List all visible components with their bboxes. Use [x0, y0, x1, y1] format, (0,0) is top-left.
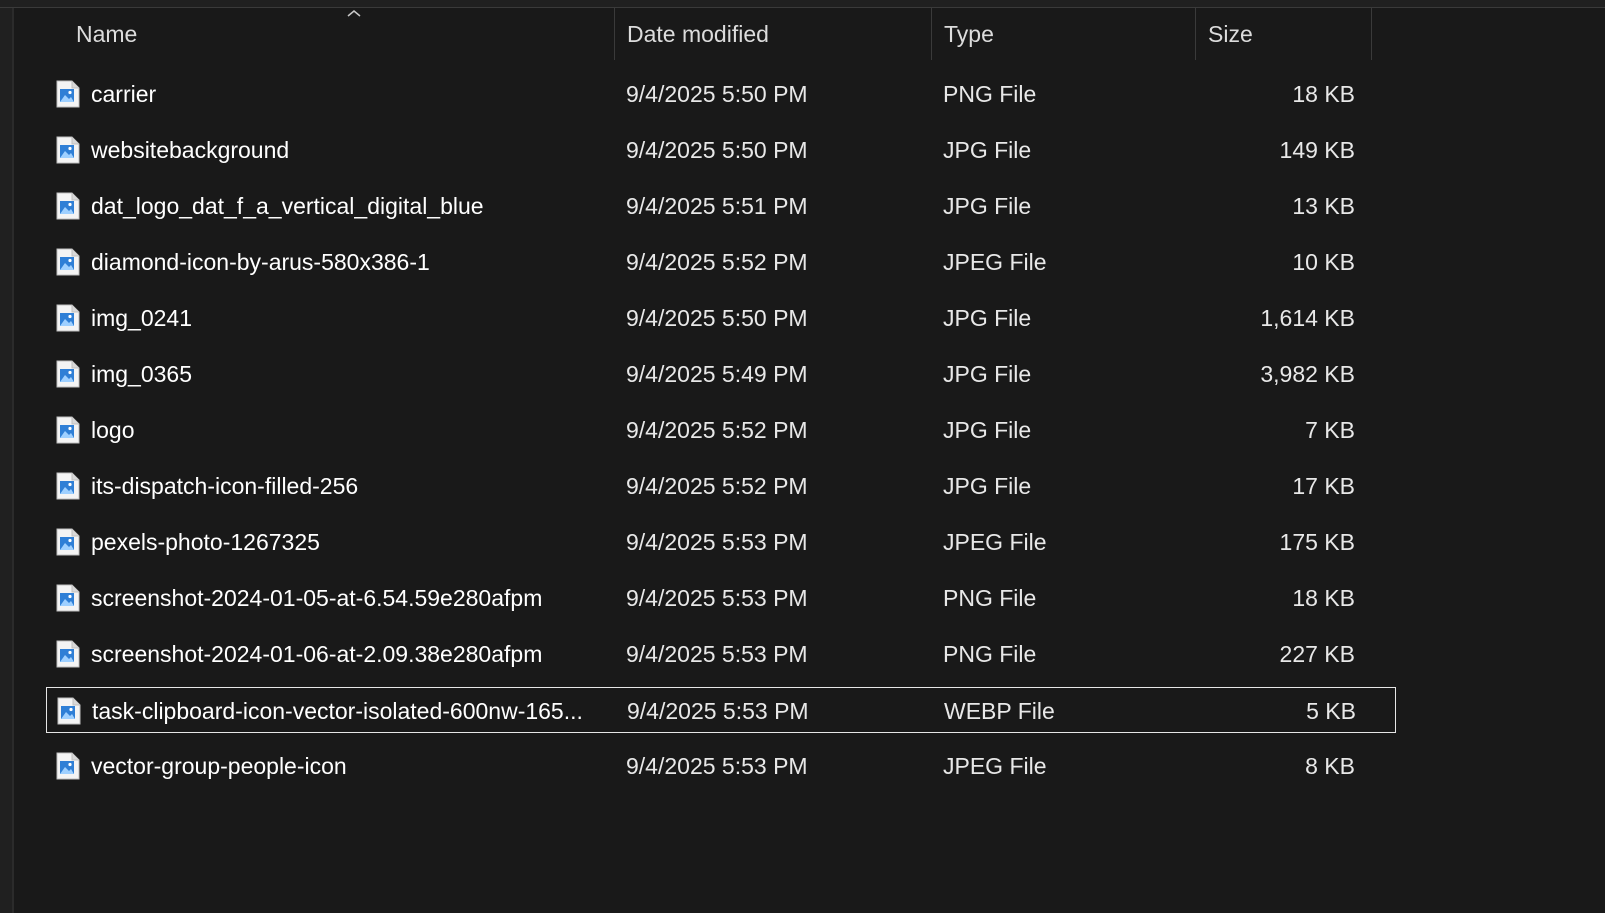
- file-date-modified: 9/4/2025 5:53 PM: [626, 640, 808, 667]
- file-size: 227 KB: [1279, 640, 1355, 667]
- file-name: websitebackground: [91, 136, 290, 163]
- file-type: JPEG File: [943, 528, 1047, 555]
- column-header-name[interactable]: Name: [14, 8, 614, 60]
- image-file-icon: [56, 472, 80, 500]
- file-type: JPEG File: [943, 752, 1047, 779]
- image-file-icon: [56, 304, 80, 332]
- file-size: 3,982 KB: [1260, 360, 1355, 387]
- file-row[interactable]: task-clipboard-icon-vector-isolated-600n…: [46, 687, 1396, 733]
- file-explorer-window: Name Date modified Type Size carrier 9/4/…: [0, 0, 1605, 913]
- file-date-modified: 9/4/2025 5:49 PM: [626, 360, 808, 387]
- image-file-icon: [56, 80, 80, 108]
- file-name: img_0241: [91, 304, 193, 331]
- image-file-icon: [56, 752, 80, 780]
- file-name: img_0365: [91, 360, 193, 387]
- file-row[interactable]: dat_logo_dat_f_a_vertical_digital_blue 9/…: [46, 183, 1396, 229]
- file-date-modified: 9/4/2025 5:50 PM: [626, 304, 808, 331]
- file-row[interactable]: carrier 9/4/2025 5:50 PM PNG File 18 KB: [46, 71, 1396, 117]
- file-row[interactable]: screenshot-2024-01-05-at-6.54.59e280afpm…: [46, 575, 1396, 621]
- file-date-modified: 9/4/2025 5:52 PM: [626, 248, 808, 275]
- file-date-modified: 9/4/2025 5:52 PM: [626, 416, 808, 443]
- image-file-icon: [56, 360, 80, 388]
- image-file-icon: [56, 584, 80, 612]
- file-row[interactable]: img_0241 9/4/2025 5:50 PM JPG File 1,614 KB: [46, 295, 1396, 341]
- file-date-modified: 9/4/2025 5:51 PM: [626, 192, 808, 219]
- file-type: JPG File: [943, 416, 1032, 443]
- column-divider[interactable]: [1371, 8, 1372, 60]
- file-size: 1,614 KB: [1260, 304, 1355, 331]
- file-date-modified: 9/4/2025 5:52 PM: [626, 472, 808, 499]
- file-date-modified: 9/4/2025 5:53 PM: [626, 528, 808, 555]
- file-row[interactable]: screenshot-2024-01-06-at-2.09.38e280afpm…: [46, 631, 1396, 677]
- file-row[interactable]: vector-group-people-icon 9/4/2025 5:53 PM…: [46, 743, 1396, 789]
- file-type: JPG File: [943, 192, 1032, 219]
- file-row[interactable]: pexels-photo-1267325 9/4/2025 5:53 PM JPEG…: [46, 519, 1396, 565]
- file-size: 17 KB: [1292, 472, 1355, 499]
- file-date-modified: 9/4/2025 5:53 PM: [626, 584, 808, 611]
- file-size: 175 KB: [1279, 528, 1355, 555]
- file-date-modified: 9/4/2025 5:50 PM: [626, 136, 808, 163]
- file-size: 7 KB: [1305, 416, 1355, 443]
- file-type: JPG File: [943, 472, 1032, 499]
- file-type: PNG File: [943, 584, 1037, 611]
- file-size: 18 KB: [1292, 80, 1355, 107]
- file-type: PNG File: [943, 640, 1037, 667]
- window-top-border: [0, 0, 1605, 8]
- file-type: JPG File: [943, 136, 1032, 163]
- file-size: 10 KB: [1292, 248, 1355, 275]
- file-type: JPG File: [943, 360, 1032, 387]
- file-row[interactable]: diamond-icon-by-arus-580x386-1 9/4/2025 5…: [46, 239, 1396, 285]
- image-file-icon: [56, 416, 80, 444]
- file-name: its-dispatch-icon-filled-256: [91, 472, 359, 499]
- file-row[interactable]: logo 9/4/2025 5:52 PM JPG File 7 KB: [46, 407, 1396, 453]
- file-type: JPG File: [943, 304, 1032, 331]
- column-header-bar: Name Date modified Type Size: [14, 8, 1404, 60]
- column-header-size[interactable]: Size: [1196, 8, 1372, 60]
- file-size: 13 KB: [1292, 192, 1355, 219]
- file-name: vector-group-people-icon: [91, 752, 347, 779]
- file-name: logo: [91, 416, 135, 443]
- file-size: 8 KB: [1305, 752, 1355, 779]
- image-file-icon: [56, 248, 80, 276]
- image-file-icon: [56, 136, 80, 164]
- file-type: WEBP File: [944, 697, 1055, 724]
- column-header-name-label: Name: [76, 20, 138, 47]
- file-size: 149 KB: [1279, 136, 1355, 163]
- file-name: carrier: [91, 80, 157, 107]
- file-name: screenshot-2024-01-05-at-6.54.59e280afpm: [91, 584, 543, 611]
- column-header-date[interactable]: Date modified: [615, 8, 931, 60]
- file-name: diamond-icon-by-arus-580x386-1: [91, 248, 430, 275]
- file-row[interactable]: websitebackground 9/4/2025 5:50 PM JPG Fil…: [46, 127, 1396, 173]
- image-file-icon: [56, 192, 80, 220]
- file-type: JPEG File: [943, 248, 1047, 275]
- image-file-icon: [56, 640, 80, 668]
- column-header-type-label: Type: [944, 20, 994, 47]
- file-type: PNG File: [943, 80, 1037, 107]
- file-name: pexels-photo-1267325: [91, 528, 320, 555]
- column-header-size-label: Size: [1208, 20, 1253, 47]
- column-header-type[interactable]: Type: [932, 8, 1196, 60]
- file-date-modified: 9/4/2025 5:53 PM: [626, 752, 808, 779]
- file-date-modified: 9/4/2025 5:50 PM: [626, 80, 808, 107]
- file-date-modified: 9/4/2025 5:53 PM: [627, 697, 809, 724]
- file-size: 5 KB: [1306, 697, 1356, 724]
- file-name: screenshot-2024-01-06-at-2.09.38e280afpm: [91, 640, 543, 667]
- image-file-icon: [57, 697, 81, 725]
- image-file-icon: [56, 528, 80, 556]
- navigation-pane-edge[interactable]: [0, 8, 14, 913]
- file-name: task-clipboard-icon-vector-isolated-600n…: [92, 697, 583, 724]
- file-size: 18 KB: [1292, 584, 1355, 611]
- column-header-date-label: Date modified: [627, 20, 769, 47]
- file-name: dat_logo_dat_f_a_vertical_digital_blue: [91, 192, 484, 219]
- file-row[interactable]: its-dispatch-icon-filled-256 9/4/2025 5:5…: [46, 463, 1396, 509]
- file-row[interactable]: img_0365 9/4/2025 5:49 PM JPG File 3,982 KB: [46, 351, 1396, 397]
